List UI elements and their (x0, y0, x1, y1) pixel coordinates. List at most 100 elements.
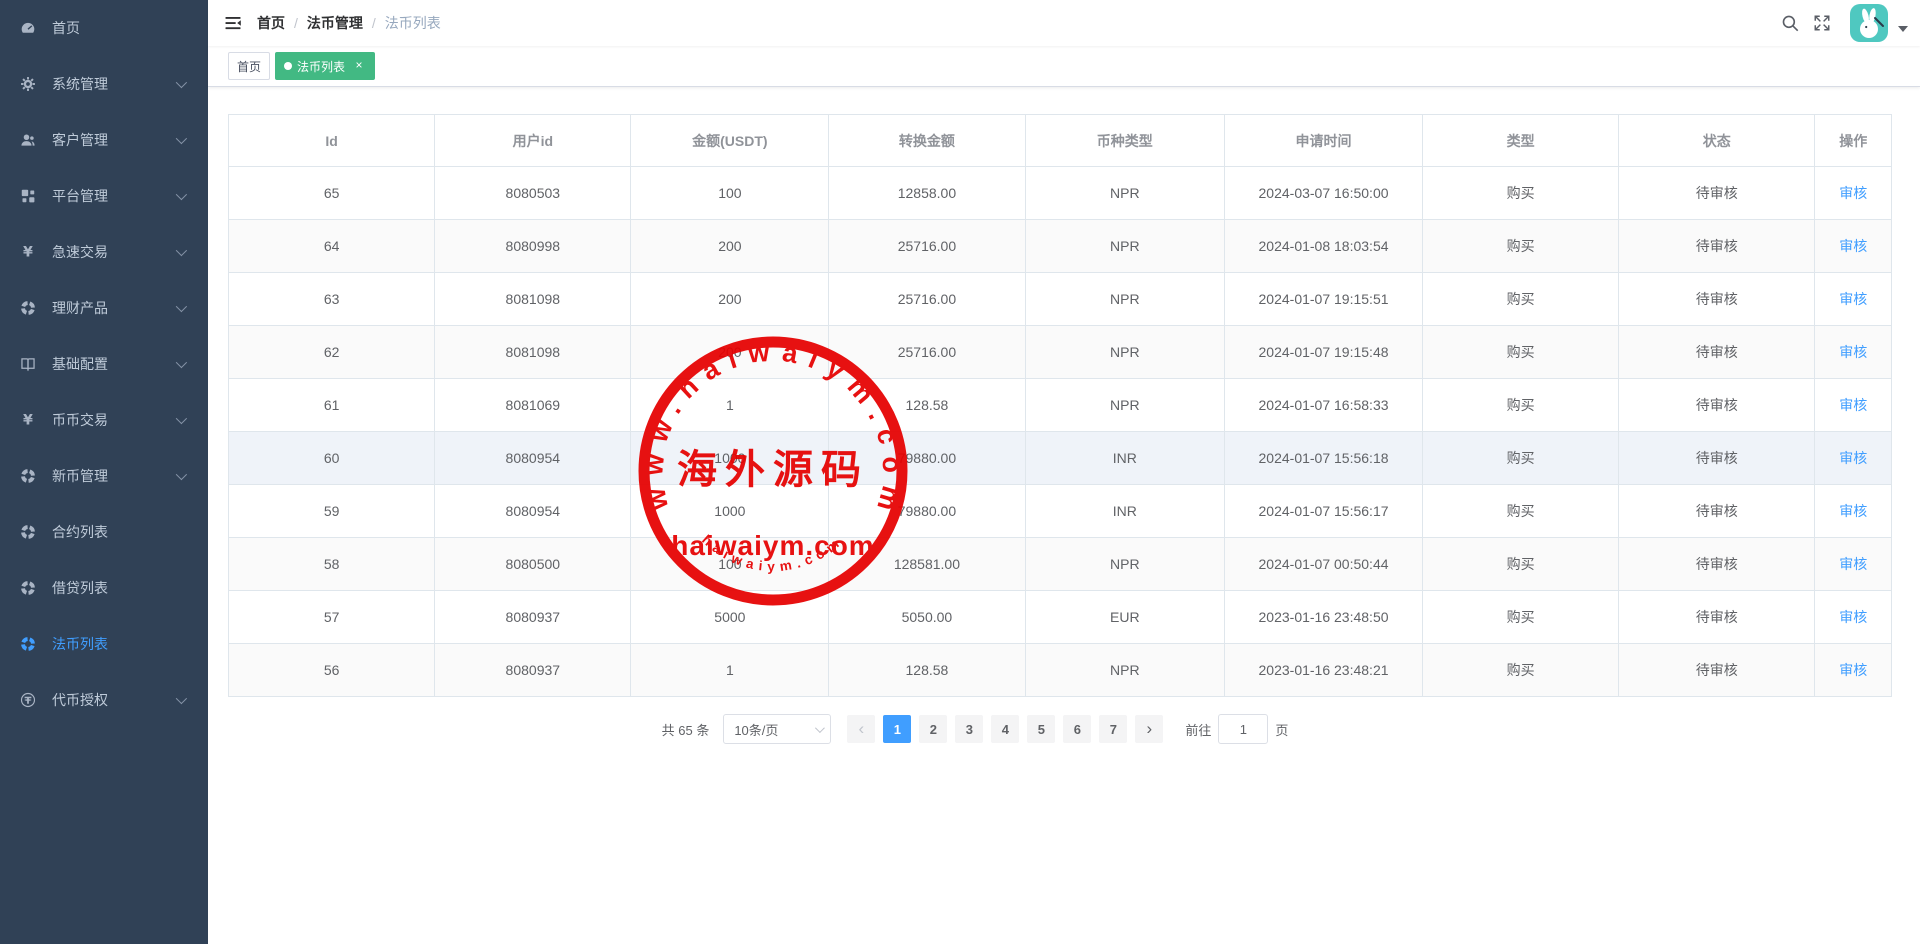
next-page-button[interactable]: › (1135, 715, 1163, 743)
page-button-6[interactable]: 6 (1063, 715, 1091, 743)
cell-id: 65 (229, 167, 435, 220)
audit-link[interactable]: 审核 (1839, 503, 1867, 519)
audit-link[interactable]: 审核 (1839, 397, 1867, 413)
page-buttons: 1234567 (879, 715, 1131, 743)
audit-link[interactable]: 审核 (1839, 556, 1867, 572)
sidebar-item-newcoin-mgmt[interactable]: 新币管理 (0, 448, 208, 504)
sidebar-item-customer-mgmt[interactable]: 客户管理 (0, 112, 208, 168)
cell-converted: 25716.00 (829, 220, 1025, 273)
cell-action: 审核 (1815, 644, 1892, 697)
cell-id: 60 (229, 432, 435, 485)
cell-uid: 8080998 (435, 220, 631, 273)
sidebar-item-platform-mgmt[interactable]: 平台管理 (0, 168, 208, 224)
ring-icon (20, 580, 36, 596)
fullscreen-icon[interactable] (1806, 7, 1838, 39)
chevron-down-icon[interactable] (1898, 26, 1908, 32)
tab-home[interactable]: 首页 (228, 52, 270, 80)
sidebar-item-coin-trade[interactable]: ¥币币交易 (0, 392, 208, 448)
page-button-1[interactable]: 1 (883, 715, 911, 743)
cell-uid: 8080937 (435, 644, 631, 697)
column-header: 金额(USDT) (631, 115, 829, 167)
sidebar-item-fast-trade[interactable]: ¥急速交易 (0, 224, 208, 280)
sidebar-menu: 首页系统管理客户管理平台管理¥急速交易理财产品基础配置¥币币交易新币管理合约列表… (0, 0, 208, 728)
avatar[interactable] (1850, 4, 1888, 42)
sidebar-item-contract-list[interactable]: 合约列表 (0, 504, 208, 560)
goto-page-input[interactable] (1218, 714, 1268, 744)
table-row: 6180810691128.58NPR2024-01-07 16:58:33购买… (229, 379, 1892, 432)
prev-page-button[interactable]: ‹ (847, 715, 875, 743)
column-header: 币种类型 (1025, 115, 1225, 167)
breadcrumb-item-fiat-mgmt[interactable]: 法币管理 (307, 13, 363, 33)
cell-id: 58 (229, 538, 435, 591)
cell-currency: NPR (1025, 538, 1225, 591)
tab-fiat-list[interactable]: 法币列表× (275, 52, 375, 80)
audit-link[interactable]: 审核 (1839, 291, 1867, 307)
chevron-down-icon (176, 245, 187, 256)
cell-type: 购买 (1422, 485, 1618, 538)
cell-action: 审核 (1815, 432, 1892, 485)
audit-link[interactable]: 审核 (1839, 662, 1867, 678)
page-button-5[interactable]: 5 (1027, 715, 1055, 743)
audit-link[interactable]: 审核 (1839, 238, 1867, 254)
ring-icon (20, 300, 36, 316)
sidebar-item-system-mgmt[interactable]: 系统管理 (0, 56, 208, 112)
sidebar-item-base-config[interactable]: 基础配置 (0, 336, 208, 392)
navbar-actions (1774, 4, 1920, 42)
cell-currency: NPR (1025, 644, 1225, 697)
breadcrumb-separator: / (372, 15, 376, 31)
cell-amount: 200 (631, 326, 829, 379)
close-icon[interactable]: × (352, 59, 366, 73)
breadcrumb-item-current: 法币列表 (385, 13, 441, 33)
cell-currency: EUR (1025, 591, 1225, 644)
cell-action: 审核 (1815, 379, 1892, 432)
cell-converted: 79880.00 (829, 432, 1025, 485)
page-button-2[interactable]: 2 (919, 715, 947, 743)
sidebar-item-home[interactable]: 首页 (0, 0, 208, 56)
page-button-7[interactable]: 7 (1099, 715, 1127, 743)
chevron-down-icon (815, 723, 825, 733)
sidebar-item-loan-list[interactable]: 借贷列表 (0, 560, 208, 616)
yen-icon: ¥ (20, 244, 36, 260)
cell-status: 待审核 (1619, 432, 1815, 485)
audit-link[interactable]: 审核 (1839, 609, 1867, 625)
cell-status: 待审核 (1619, 379, 1815, 432)
cell-converted: 128581.00 (829, 538, 1025, 591)
sidebar-item-fiat-list[interactable]: 法币列表 (0, 616, 208, 672)
cell-id: 64 (229, 220, 435, 273)
cell-amount: 100 (631, 167, 829, 220)
page-size-select[interactable]: 10条/页 (723, 714, 831, 744)
sidebar-item-wealth-products[interactable]: 理财产品 (0, 280, 208, 336)
cell-time: 2024-01-07 19:15:48 (1225, 326, 1423, 379)
page-button-4[interactable]: 4 (991, 715, 1019, 743)
main-area: 首页 / 法币管理 / 法币列表 首页法币列表× (208, 0, 1920, 944)
cell-action: 审核 (1815, 220, 1892, 273)
breadcrumb-item-home[interactable]: 首页 (257, 13, 285, 33)
cell-uid: 8080954 (435, 432, 631, 485)
cell-id: 56 (229, 644, 435, 697)
sidebar-item-label: 首页 (52, 18, 188, 38)
table-body: 65808050310012858.00NPR2024-03-07 16:50:… (229, 167, 1892, 697)
page-size-value: 10条/页 (734, 720, 815, 739)
audit-link[interactable]: 审核 (1839, 185, 1867, 201)
cell-status: 待审核 (1619, 485, 1815, 538)
search-icon[interactable] (1774, 7, 1806, 39)
cell-action: 审核 (1815, 326, 1892, 379)
next-arrow-icon: › (1146, 720, 1152, 739)
breadcrumb-separator: / (294, 15, 298, 31)
column-header: 类型 (1422, 115, 1618, 167)
audit-link[interactable]: 审核 (1839, 450, 1867, 466)
app-root: 首页系统管理客户管理平台管理¥急速交易理财产品基础配置¥币币交易新币管理合约列表… (0, 0, 1920, 944)
cell-currency: INR (1025, 485, 1225, 538)
platform-icon (20, 188, 36, 204)
cell-uid: 8080954 (435, 485, 631, 538)
cell-currency: NPR (1025, 379, 1225, 432)
table-row: 62808109820025716.00NPR2024-01-07 19:15:… (229, 326, 1892, 379)
cell-currency: NPR (1025, 326, 1225, 379)
column-header: 转换金额 (829, 115, 1025, 167)
hamburger-icon[interactable] (208, 0, 257, 46)
cell-converted: 25716.00 (829, 326, 1025, 379)
page-button-3[interactable]: 3 (955, 715, 983, 743)
audit-link[interactable]: 审核 (1839, 344, 1867, 360)
sidebar-item-label: 客户管理 (52, 130, 176, 150)
chevron-down-icon (176, 189, 187, 200)
